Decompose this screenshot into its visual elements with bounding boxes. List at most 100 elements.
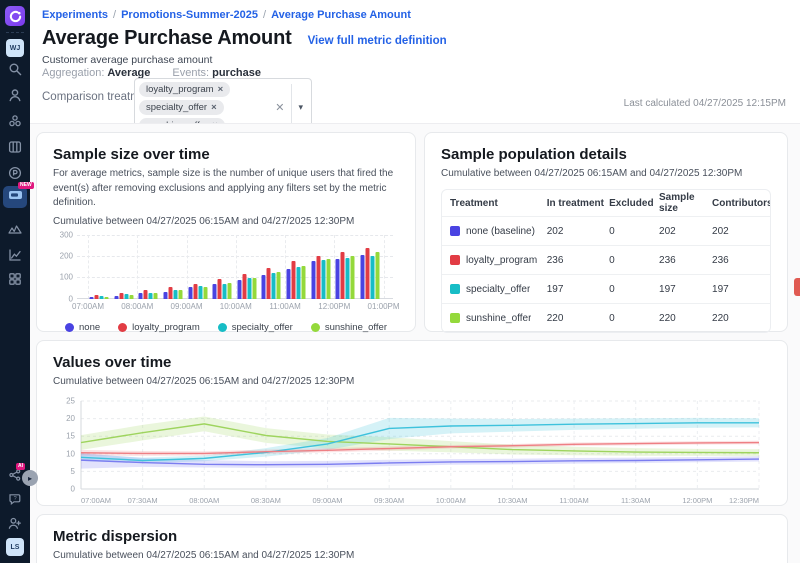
sidebar-item-metrics[interactable] [8,248,22,262]
bar-loyalty_program[interactable] [242,274,246,298]
bar-sunshine_offer[interactable] [375,252,379,299]
bar-group[interactable] [237,274,256,298]
bar-sunshine_offer[interactable] [252,278,256,299]
bar-specialty_offer[interactable] [346,258,350,299]
feedback-tab[interactable] [794,278,800,296]
bar-sunshine_offer[interactable] [277,272,281,298]
legend-item[interactable]: none [65,322,100,333]
sidebar-item-pulse[interactable] [8,166,22,180]
bar-specialty_offer[interactable] [198,286,202,298]
table-row[interactable]: none (baseline) 202 0 202 202 [442,216,770,245]
sidebar-item-invite-user[interactable] [8,516,22,530]
bar-specialty_offer[interactable] [149,293,153,299]
treatment-tag[interactable]: specialty_offer× [139,100,224,115]
bar-sunshine_offer[interactable] [351,256,355,298]
bar-sunshine_offer[interactable] [203,287,207,299]
bar-group[interactable] [90,295,109,298]
bar-loyalty_program[interactable] [169,287,173,298]
bar-group[interactable] [164,287,183,298]
bar-group[interactable] [139,290,158,298]
sidebar-expand-handle[interactable]: ▸ [22,470,38,486]
bar-none[interactable] [237,280,241,299]
sidebar-item-columns[interactable] [8,140,22,154]
sidebar-item-segments[interactable] [8,114,22,128]
remove-tag-icon[interactable]: × [218,84,224,95]
breadcrumb-item[interactable]: Promotions-Summer-2025 [121,9,258,21]
user-avatar[interactable]: LS [6,538,24,556]
statsig-logo-icon[interactable] [5,6,25,26]
bar-specialty_offer[interactable] [100,296,104,298]
bar-group[interactable] [262,268,281,299]
legend-item[interactable]: loyalty_program [118,322,200,333]
column-header: Contributors [712,198,762,209]
bar-chart-legend: none loyalty_program specialty_offer sunshi… [53,322,399,333]
bar-specialty_offer[interactable] [223,284,227,299]
chevron-down-icon[interactable]: ▾ [294,102,307,113]
bar-group[interactable] [336,252,355,299]
table-row[interactable]: sunshine_offer 220 0 220 220 [442,303,770,332]
bar-specialty_offer[interactable] [272,273,276,299]
clear-all-icon[interactable]: ✕ [270,101,289,114]
bar-none[interactable] [188,287,192,298]
bar-sunshine_offer[interactable] [302,266,306,298]
bar-loyalty_program[interactable] [292,261,296,299]
bar-loyalty_program[interactable] [144,290,148,298]
sidebar-item-experiments[interactable] [3,186,27,208]
bar-sunshine_offer[interactable] [105,297,109,299]
table-row[interactable]: specialty_offer 197 0 197 197 [442,274,770,303]
sidebar-item-ai-assist[interactable] [8,468,22,482]
sidebar-item-support-chat[interactable]: ? [8,492,22,506]
bar-loyalty_program[interactable] [193,284,197,299]
bar-none[interactable] [114,296,118,299]
remove-tag-icon[interactable]: × [211,102,217,113]
bar-specialty_offer[interactable] [370,256,374,298]
bar-specialty_offer[interactable] [297,267,301,299]
bar-specialty_offer[interactable] [124,294,128,299]
bar-sunshine_offer[interactable] [179,290,183,299]
legend-item[interactable]: sunshine_offer [311,322,387,333]
workspace-avatar[interactable]: WJ [6,39,24,57]
bar-loyalty_program[interactable] [119,293,123,299]
bar-none[interactable] [164,292,168,299]
bar-sunshine_offer[interactable] [228,283,232,299]
bar-none[interactable] [360,255,364,298]
bar-loyalty_program[interactable] [365,248,369,298]
bar-loyalty_program[interactable] [267,268,271,299]
bar-loyalty_program[interactable] [218,279,222,298]
bar-specialty_offer[interactable] [321,260,325,298]
values-line-chart[interactable]: 051015202507:00AM07:30AM08:00AM08:30AM09… [53,395,771,512]
bar-none[interactable] [311,261,315,299]
bar-loyalty_program[interactable] [316,256,320,299]
bar-specialty_offer[interactable] [174,290,178,298]
bar-group[interactable] [311,256,330,299]
bar-loyalty_program[interactable] [341,252,345,299]
bar-group[interactable] [188,284,207,299]
bar-none[interactable] [287,269,291,299]
sidebar-item-search[interactable] [8,62,22,76]
treatment-tag[interactable]: loyalty_program× [139,82,230,97]
view-metric-definition-link[interactable]: View full metric definition [308,35,447,47]
bar-sunshine_offer[interactable] [154,293,158,299]
bar-group[interactable] [360,248,379,298]
bar-none[interactable] [262,275,266,298]
table-row[interactable]: loyalty_program 236 0 236 236 [442,245,770,274]
bar-specialty_offer[interactable] [247,278,251,298]
bar-sunshine_offer[interactable] [129,295,133,299]
bar-group[interactable] [287,261,306,299]
bar-none[interactable] [213,284,217,299]
sidebar-item-dashboards[interactable] [8,272,22,286]
bar-sunshine_offer[interactable] [326,259,330,299]
sidebar-item-user[interactable] [8,88,22,102]
breadcrumb-item[interactable]: Experiments [42,9,108,21]
bar-loyalty_program[interactable] [95,295,99,298]
bar-none[interactable] [90,297,94,299]
sample-size-bar-chart[interactable]: 0100200300 [77,235,393,299]
bar-group[interactable] [114,293,133,299]
x-axis-tick: 09:00AM [171,302,203,311]
bar-none[interactable] [336,259,340,299]
sidebar-item-holdouts[interactable] [8,222,22,236]
legend-item[interactable]: specialty_offer [218,322,293,333]
breadcrumb-item[interactable]: Average Purchase Amount [271,9,411,21]
bar-group[interactable] [213,279,232,298]
bar-none[interactable] [139,293,143,299]
